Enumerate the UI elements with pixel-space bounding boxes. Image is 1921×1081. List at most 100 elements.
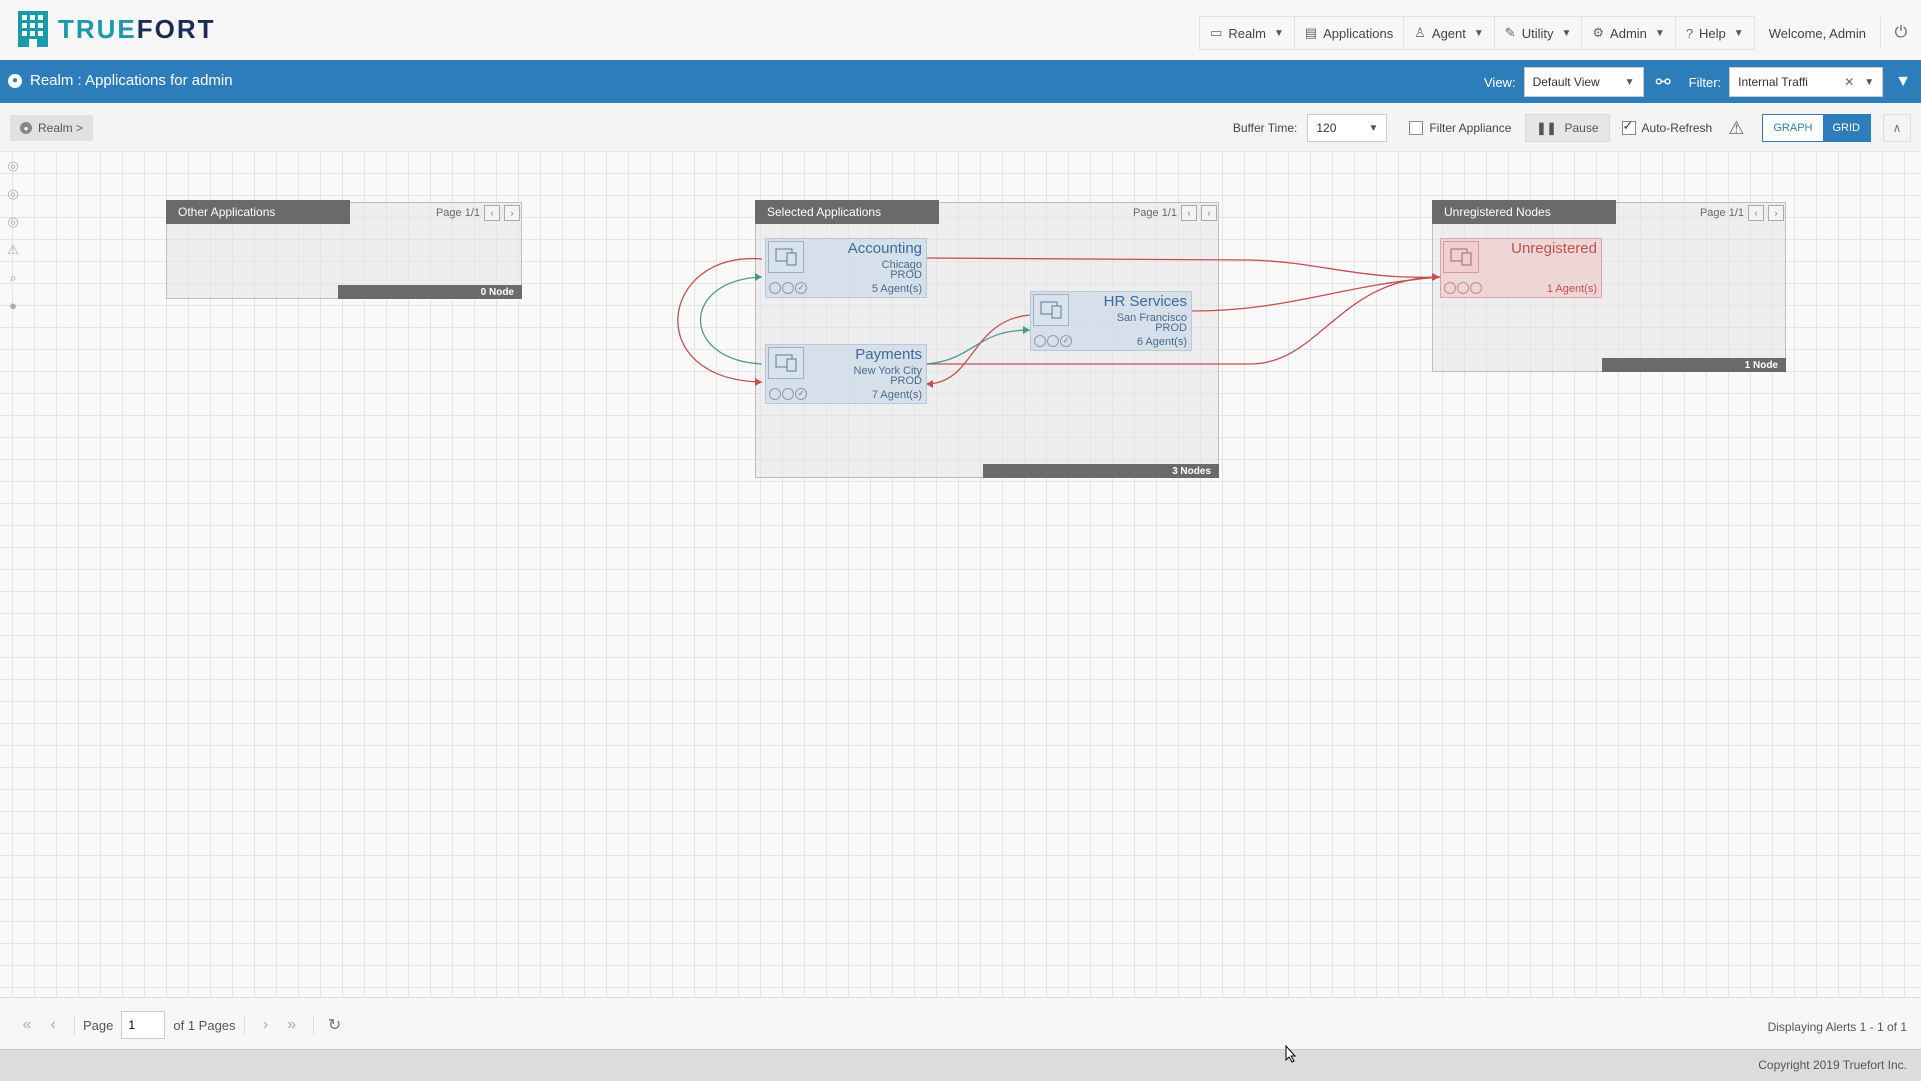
nav-admin[interactable]: ⚙ Admin ▼ xyxy=(1581,16,1676,50)
last-page-icon[interactable]: » xyxy=(279,1016,305,1034)
group-footer: 1 Node xyxy=(1602,358,1786,372)
group-title: Selected Applications xyxy=(755,200,939,224)
status-dots: ✓ xyxy=(769,282,808,294)
app-node-payments[interactable]: Payments New York City PROD ✓ 7 Agent(s) xyxy=(765,344,927,404)
view-mode-toggle: GRAPH GRID xyxy=(1762,114,1871,142)
mouse-cursor-icon xyxy=(1285,1045,1297,1063)
power-icon[interactable]: ⏻ xyxy=(1880,17,1921,49)
copyright-text: Copyright 2019 Truefort Inc. xyxy=(1758,1058,1907,1072)
breadcrumb[interactable]: ● Realm > xyxy=(10,115,94,141)
next-page-icon[interactable]: › xyxy=(504,205,520,221)
applications-icon: ▤ xyxy=(1304,25,1318,40)
first-page-icon[interactable]: « xyxy=(14,1016,40,1034)
pagination-controls: « ‹ Page of 1 Pages › » ↻ xyxy=(14,1010,348,1040)
server-icon xyxy=(768,241,804,273)
app-node-unregistered[interactable]: Unregistered 1 Agent(s) xyxy=(1440,238,1602,298)
caret-down-icon: ▼ xyxy=(1733,27,1744,39)
filter-appliance-label: Filter Appliance xyxy=(1429,121,1512,135)
status-dots: ✓ xyxy=(769,388,808,400)
wrench-icon: ✎ xyxy=(1504,25,1516,40)
server-icon xyxy=(1443,241,1479,273)
server-icon xyxy=(768,347,804,379)
graph-toolbar: ● Realm > Buffer Time: 120 ▼ Filter Applia… xyxy=(0,103,1921,152)
graph-mode-button[interactable]: GRAPH xyxy=(1763,115,1823,141)
caret-down-icon: ▼ xyxy=(1368,122,1379,134)
nav-agent[interactable]: ♙ Agent ▼ xyxy=(1403,16,1495,50)
zoom-out-icon[interactable]: ◎ xyxy=(5,214,21,230)
pause-button[interactable]: ❚❚ Pause xyxy=(1525,114,1610,142)
filter-appliance-checkbox[interactable] xyxy=(1409,121,1424,135)
group-other-applications: Other Applications Page 1/1 ‹ › 0 Node xyxy=(166,200,522,299)
globe-icon[interactable]: ● xyxy=(5,298,21,314)
toolbar-controls: Buffer Time: 120 ▼ Filter Appliance ❚❚ Pau… xyxy=(1233,113,1911,143)
app-node-accounting[interactable]: Accounting Chicago PROD ✓ 5 Agent(s) xyxy=(765,238,927,298)
status-dots: ✓ xyxy=(1034,335,1073,347)
search-icon[interactable]: ⌕ xyxy=(5,270,21,286)
caret-down-icon: ▼ xyxy=(1654,27,1665,39)
buffer-time-select[interactable]: 120 ▼ xyxy=(1307,114,1388,142)
group-title: Unregistered Nodes xyxy=(1432,200,1616,224)
binoculars-icon[interactable]: ⚯ xyxy=(1656,72,1671,93)
warning-icon[interactable]: ⚠ xyxy=(5,242,21,258)
buffer-time-label: Buffer Time: xyxy=(1232,121,1298,135)
agent-icon: ♙ xyxy=(1414,25,1426,40)
refresh-icon[interactable]: ↻ xyxy=(322,1015,348,1035)
zoom-fit-icon[interactable]: ◎ xyxy=(5,158,21,174)
nav-applications[interactable]: ▤ Applications xyxy=(1293,16,1405,50)
building-logo-icon xyxy=(18,11,48,47)
app-node-hr-services[interactable]: HR Services San Francisco PROD ✓ 6 Agent… xyxy=(1030,291,1192,351)
prev-page-icon[interactable]: ‹ xyxy=(40,1016,66,1034)
gears-icon: ⚙ xyxy=(1592,25,1605,40)
auto-refresh-label: Auto-Refresh xyxy=(1641,121,1713,135)
nav-realm[interactable]: ▭ Realm ▼ xyxy=(1199,16,1295,50)
view-select[interactable]: Default View ▼ xyxy=(1523,67,1644,97)
filter-label: Filter: xyxy=(1688,74,1722,90)
help-icon: ? xyxy=(1685,25,1694,41)
welcome-text: Welcome, Admin xyxy=(1768,25,1866,41)
page-title: ● Realm : Applications for admin xyxy=(8,72,233,89)
status-dots xyxy=(1444,282,1483,294)
prev-page-icon[interactable]: ‹ xyxy=(1181,205,1197,221)
group-pager: Page 1/1 ‹ › xyxy=(436,202,520,224)
globe-icon: ● xyxy=(8,73,22,88)
funnel-icon[interactable]: ▼ xyxy=(1895,73,1911,91)
warning-icon[interactable]: ⚠ xyxy=(1728,118,1744,139)
monitor-icon: ▭ xyxy=(1210,25,1223,40)
truefort-logo[interactable]: TRUEFORT xyxy=(16,9,216,49)
page-count: of 1 Pages xyxy=(173,1017,236,1033)
prev-page-icon[interactable]: ‹ xyxy=(1748,205,1764,221)
display-count: Displaying Alerts 1 - 1 of 1 xyxy=(1767,1020,1907,1034)
caret-down-icon: ▼ xyxy=(1561,27,1572,39)
caret-down-icon: ▼ xyxy=(1273,27,1284,39)
pause-icon: ❚❚ xyxy=(1536,121,1557,135)
next-page-icon[interactable]: › xyxy=(1201,205,1217,221)
group-title: Other Applications xyxy=(166,200,350,224)
view-label: View: xyxy=(1484,74,1516,90)
main-nav: ▭ Realm ▼ ▤ Applications ♙ Agent ▼ ✎ Utility ▼ … xyxy=(1199,16,1921,50)
nav-help[interactable]: ? Help ▼ xyxy=(1674,16,1755,50)
group-footer: 3 Nodes xyxy=(983,464,1219,478)
zoom-in-icon[interactable]: ◎ xyxy=(5,186,21,202)
auto-refresh-checkbox[interactable] xyxy=(1621,118,1636,135)
collapse-button[interactable]: ∧ xyxy=(1883,114,1911,142)
page-label: Page xyxy=(83,1017,114,1033)
caret-down-icon: ▼ xyxy=(1624,76,1635,88)
prev-page-icon[interactable]: ‹ xyxy=(484,205,500,221)
pagination-bar: « ‹ Page of 1 Pages › » ↻ Displaying Ale… xyxy=(0,997,1921,1050)
copyright-bar: Copyright 2019 Truefort Inc. xyxy=(0,1049,1921,1081)
next-page-icon[interactable]: › xyxy=(253,1016,279,1034)
filter-select[interactable]: Internal Traffi ✕ ▼ xyxy=(1729,67,1884,97)
next-page-icon[interactable]: › xyxy=(1768,205,1784,221)
grid-mode-button[interactable]: GRID xyxy=(1822,115,1870,141)
view-filter-controls: View: Default View ▼ ⚯ Filter: Internal T… xyxy=(1484,66,1911,98)
group-pager: Page 1/1 ‹ › xyxy=(1133,202,1217,224)
group-pager: Page 1/1 ‹ › xyxy=(1700,202,1784,224)
group-footer: 0 Node xyxy=(338,285,522,299)
page-number-input[interactable] xyxy=(121,1011,166,1039)
nav-utility[interactable]: ✎ Utility ▼ xyxy=(1493,16,1583,50)
clear-icon[interactable]: ✕ xyxy=(1844,75,1854,89)
caret-down-icon: ▼ xyxy=(1864,76,1875,88)
caret-down-icon: ▼ xyxy=(1473,27,1484,39)
canvas-side-toolbar: ◎ ◎ ◎ ⚠ ⌕ ● xyxy=(5,158,25,326)
top-navbar: TRUEFORT ▭ Realm ▼ ▤ Applications ♙ Agent ▼ ✎… xyxy=(0,0,1921,61)
